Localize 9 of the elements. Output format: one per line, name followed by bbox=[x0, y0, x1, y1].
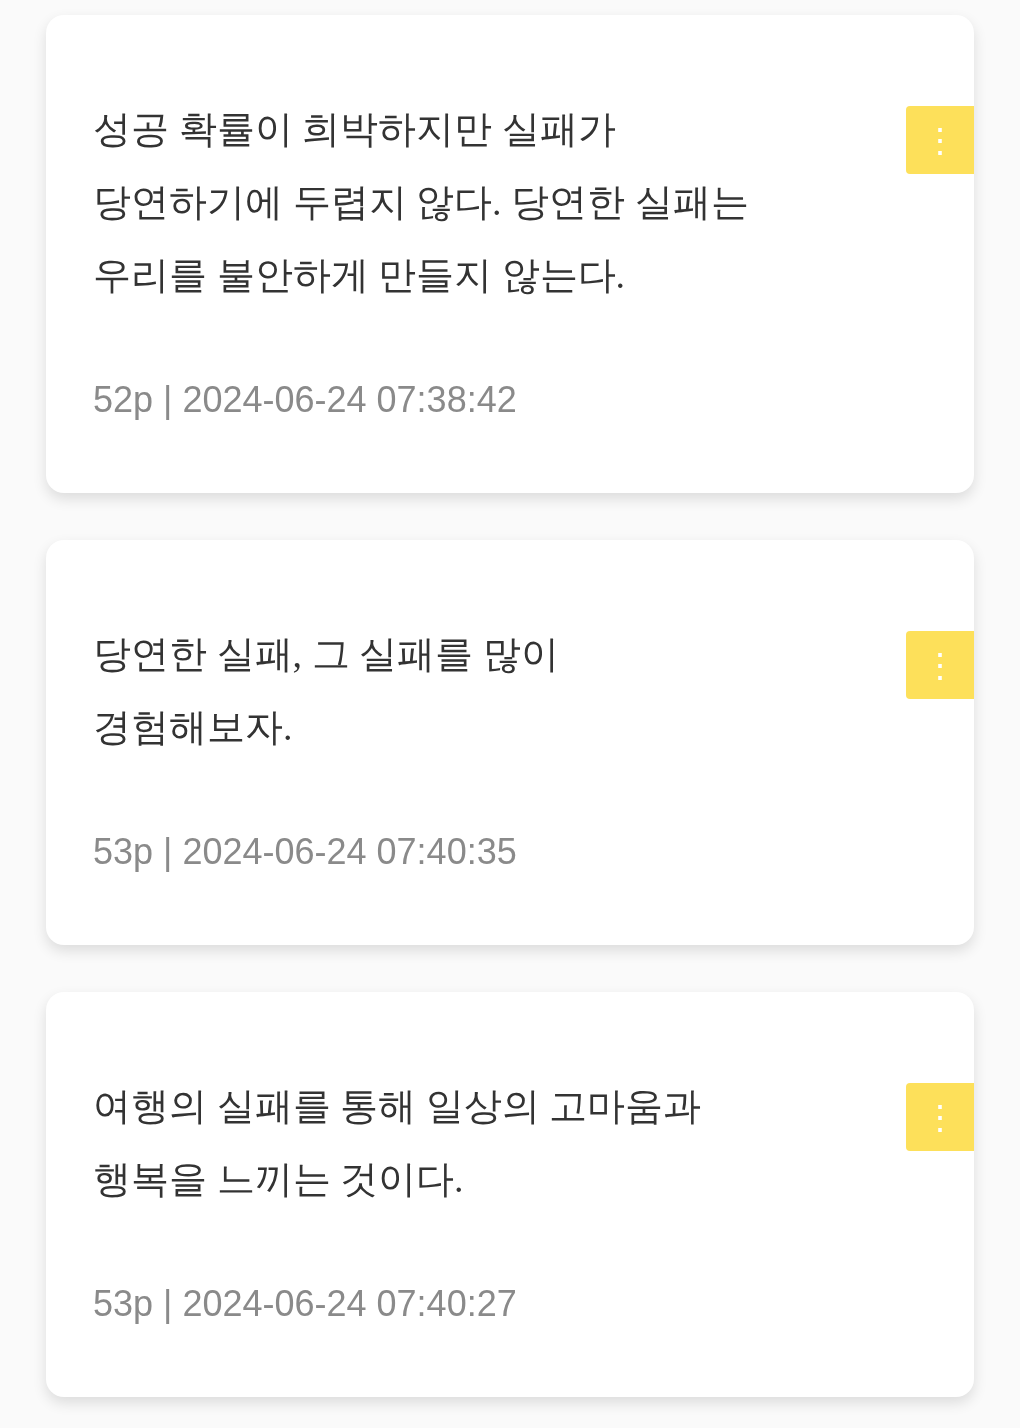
note-meta: 53p | 2024-06-24 07:40:27 bbox=[93, 1282, 518, 1326]
more-button[interactable]: ⋮ bbox=[906, 106, 974, 174]
more-button[interactable]: ⋮ bbox=[906, 1083, 974, 1151]
quote-text: 여행의 실패를 통해 일상의 고마움과 행복을 느끼는 것이다. bbox=[93, 1084, 702, 1202]
quote-text: 당연한 실패, 그 실패를 많이 경험해보자. bbox=[93, 632, 560, 750]
more-button[interactable]: ⋮ bbox=[906, 631, 974, 699]
note-meta: 53p | 2024-06-24 07:40:35 bbox=[93, 830, 518, 874]
quote-text: 성공 확률이 희박하지만 실패가 당연하기에 두렵지 않다. 당연한 실패는 우리를 불안하게 만들지 않는다. bbox=[93, 107, 750, 298]
note-meta: 52p | 2024-06-24 07:38:42 bbox=[93, 378, 518, 422]
